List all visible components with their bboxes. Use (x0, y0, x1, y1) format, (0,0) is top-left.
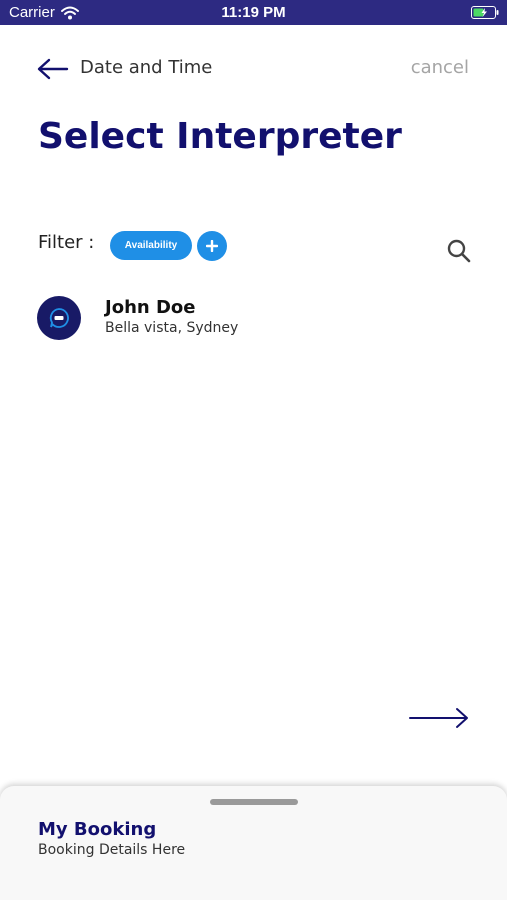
add-filter-button[interactable] (197, 231, 227, 261)
status-time: 11:19 PM (221, 4, 286, 21)
search-button[interactable] (446, 238, 472, 264)
interpreter-list-item[interactable]: John Doe Bella vista, Sydney (37, 296, 467, 342)
next-button[interactable] (408, 705, 470, 731)
filter-label: Filter : (38, 232, 95, 253)
avatar (37, 296, 81, 340)
back-button[interactable] (37, 57, 69, 81)
booking-bottom-sheet[interactable]: My Booking Booking Details Here (0, 786, 507, 900)
sheet-drag-handle[interactable] (210, 799, 298, 805)
interpreter-name: John Doe (105, 297, 196, 318)
plus-icon (206, 240, 218, 252)
arrow-right-icon (409, 708, 468, 728)
filter-chip-availability[interactable]: Availability (110, 231, 192, 260)
app-screen: Carrier 11:19 PM Date and Time cancel Se… (0, 0, 507, 900)
app-logo-icon (49, 308, 69, 328)
back-title[interactable]: Date and Time (80, 57, 212, 78)
cancel-button[interactable]: cancel (411, 57, 469, 78)
battery-charging-icon (471, 6, 499, 19)
booking-subtitle: Booking Details Here (38, 842, 186, 858)
booking-title: My Booking (38, 819, 157, 840)
status-bar: Carrier 11:19 PM (0, 0, 507, 25)
page-title: Select Interpreter (38, 116, 402, 157)
arrow-left-icon (37, 58, 69, 80)
search-icon (447, 239, 471, 263)
interpreter-location: Bella vista, Sydney (105, 320, 239, 336)
